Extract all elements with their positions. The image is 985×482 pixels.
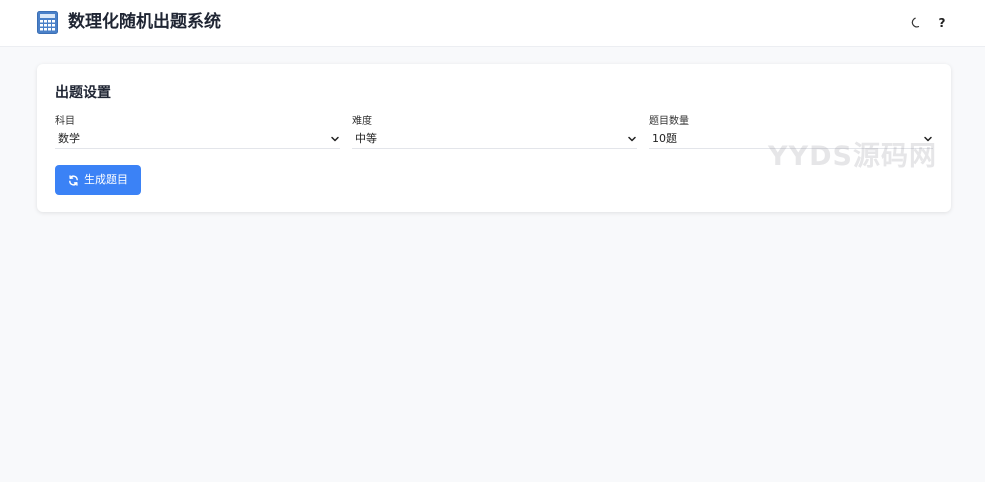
chevron-down-icon — [331, 136, 339, 142]
subject-label: 科目 — [55, 116, 75, 127]
app-title: 数理化随机出题系统 — [68, 12, 221, 32]
subject-value: 数学 — [58, 132, 80, 145]
question-count-value: 10题 — [652, 132, 677, 145]
theme-toggle-button[interactable] — [906, 13, 926, 33]
generate-button-label: 生成题目 — [84, 173, 128, 186]
difficulty-select[interactable]: 中等 — [352, 131, 637, 149]
settings-title: 出题设置 — [55, 85, 111, 101]
generate-questions-button[interactable]: 生成题目 — [55, 165, 141, 195]
difficulty-label: 难度 — [352, 116, 372, 127]
chevron-down-icon — [628, 136, 636, 142]
difficulty-value: 中等 — [355, 132, 377, 145]
help-button[interactable]: ? — [932, 13, 952, 33]
subject-select[interactable]: 数学 — [55, 131, 340, 149]
difficulty-field: 难度 中等 — [352, 115, 637, 149]
watermark: YYDS源码网 — [768, 141, 937, 172]
subject-field: 科目 数学 — [55, 115, 340, 149]
moon-icon — [911, 17, 920, 28]
refresh-icon — [69, 174, 78, 186]
settings-card: 出题设置 科目 数学 难度 中等 题目数量 10题 生成题目 — [37, 64, 951, 212]
calculator-icon — [37, 11, 58, 34]
question-count-label: 题目数量 — [649, 116, 689, 127]
top-bar: 数理化随机出题系统 ? — [0, 0, 985, 47]
